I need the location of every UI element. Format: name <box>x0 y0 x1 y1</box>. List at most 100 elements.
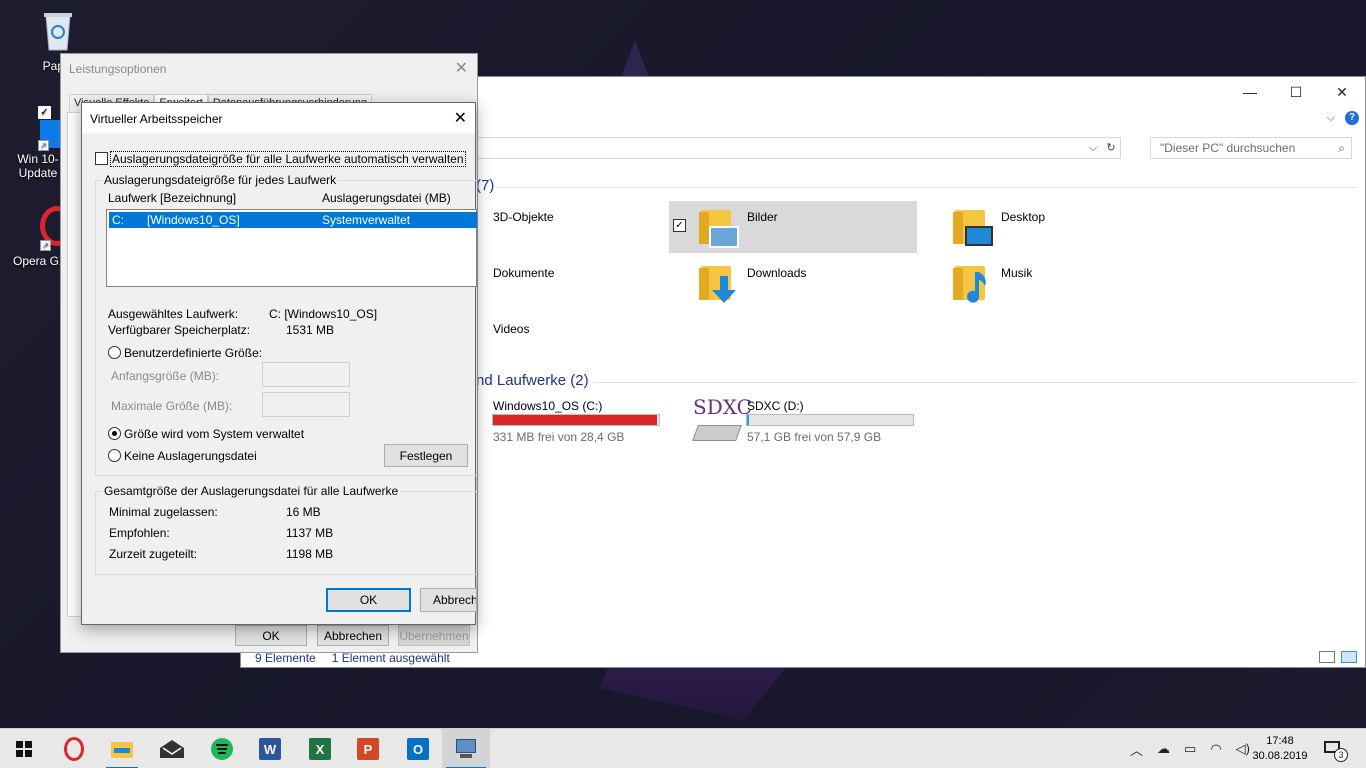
no-pagefile-label[interactable]: Keine Auslagerungsdatei <box>124 449 257 463</box>
window-controls: — ☐ ✕ <box>1227 77 1365 107</box>
min-allowed-value: 16 MB <box>286 505 321 519</box>
taskbar-powerpoint[interactable]: P <box>344 729 392 768</box>
auto-manage-label[interactable]: Auslagerungsdateigröße für alle Laufwerk… <box>110 151 466 167</box>
list-item-pagefile: Systemverwaltet <box>322 213 411 227</box>
system-managed-label[interactable]: Größe wird vom System verwaltet <box>124 427 304 441</box>
no-pagefile-radio[interactable] <box>108 449 121 462</box>
cancel-button[interactable]: Abbrech <box>420 588 477 612</box>
drive-usage-fill <box>747 415 750 425</box>
clock[interactable]: 17:48 30.08.2019 <box>1252 734 1308 764</box>
auto-manage-checkbox[interactable] <box>95 152 108 165</box>
taskbar-file-explorer[interactable] <box>98 729 146 768</box>
details-view-icon[interactable] <box>1319 651 1335 663</box>
clock-date: 30.08.2019 <box>1252 750 1308 762</box>
max-size-input[interactable] <box>262 392 350 417</box>
free-space-value: 1531 MB <box>286 323 335 337</box>
taskbar-system-properties[interactable] <box>442 729 490 768</box>
spotify-icon <box>211 738 233 760</box>
selection-checkbox[interactable]: ✓ <box>673 219 686 232</box>
volume-icon[interactable]: ◁) <box>1236 741 1250 757</box>
shortcut-arrow-icon: ↗ <box>38 140 49 151</box>
sdxc-logo: SDXC <box>693 395 752 419</box>
minimize-button[interactable]: — <box>1227 77 1273 107</box>
battery-icon[interactable]: ▭ <box>1184 741 1196 757</box>
recycle-bin-icon <box>44 13 72 51</box>
custom-size-label[interactable]: Benutzerdefinierte Größe: <box>124 346 262 360</box>
folder-name: Videos <box>493 322 530 336</box>
taskbar-outlook[interactable]: O <box>394 729 442 768</box>
opera-gx-icon <box>64 737 84 761</box>
maximize-button[interactable]: ☐ <box>1273 77 1319 107</box>
list-item-label: [Windows10_OS] <box>147 213 240 227</box>
ok-button[interactable]: OK <box>326 588 411 612</box>
taskbar-mail[interactable] <box>148 729 196 768</box>
show-hidden-icons-chevron-icon[interactable]: ︿ <box>1130 740 1143 759</box>
column-header-drive: Laufwerk [Bezeichnung] <box>108 191 237 205</box>
folder-name: Bilder <box>747 210 778 224</box>
taskbar-spotify[interactable] <box>198 729 246 768</box>
wifi-icon[interactable]: ◠ <box>1210 741 1221 757</box>
folder-name: Dokumente <box>493 266 555 280</box>
folder-desktop[interactable]: Desktop <box>923 201 1171 253</box>
max-size-label: Maximale Größe (MB): <box>111 399 233 413</box>
drive-usage-bar <box>492 414 660 426</box>
group-header-folders[interactable]: (7) <box>476 177 494 194</box>
close-icon[interactable]: ✕ <box>455 58 468 78</box>
initial-size-label: Anfangsgröße (MB): <box>111 369 220 383</box>
folder-downloads[interactable]: Downloads <box>669 257 917 309</box>
start-button[interactable] <box>0 729 48 768</box>
drive-list[interactable]: C: [Windows10_OS] Systemverwaltet <box>106 209 477 287</box>
onedrive-cloud-icon[interactable]: ☁ <box>1157 741 1170 757</box>
total-size-group-label: Gesamtgröße der Auslagerungsdatei für al… <box>102 484 401 498</box>
sd-card-drive-icon: SDXC <box>692 395 752 445</box>
cancel-button[interactable]: Abbrechen <box>317 625 389 646</box>
free-space-label: Verfügbarer Speicherplatz: <box>108 323 251 337</box>
system-managed-radio[interactable] <box>108 427 121 440</box>
address-dropdown-chevron-icon[interactable]: ⌵ <box>1084 138 1102 158</box>
current-allocated-value: 1198 MB <box>286 547 334 561</box>
virtual-memory-dialog: Virtueller Arbeitsspeicher ✕ Auslagerung… <box>81 102 477 625</box>
dialog-title: Leistungsoptionen <box>69 62 167 76</box>
folder-name: Desktop <box>1001 210 1046 224</box>
refresh-icon[interactable]: ↻ <box>1102 138 1120 158</box>
recommended-value: 1137 MB <box>286 526 334 540</box>
selection-count: 1 Element ausgewählt <box>331 651 450 665</box>
clock-time: 17:48 <box>1266 735 1294 747</box>
outlook-icon: O <box>407 738 429 760</box>
apply-button[interactable]: Übernehmen <box>398 625 470 646</box>
address-bar[interactable]: ⌵ ↻ <box>471 137 1121 159</box>
search-input[interactable]: "Dieser PC" durchsuchen ⌕ <box>1150 137 1352 159</box>
set-button[interactable]: Festlegen <box>384 444 468 467</box>
action-center-button[interactable]: 3 <box>1322 729 1348 768</box>
wallpaper-shape-top <box>620 40 650 80</box>
taskbar-word[interactable]: W <box>246 729 294 768</box>
system-tray: ︿ ☁ ▭ ◠ ◁) <box>1130 729 1250 768</box>
close-icon[interactable]: ✕ <box>454 108 467 128</box>
list-item[interactable]: C: [Windows10_OS] Systemverwaltet <box>109 212 477 228</box>
search-icon: ⌕ <box>1338 141 1345 155</box>
taskbar-opera-gx[interactable] <box>50 729 98 768</box>
folder-music[interactable]: Musik <box>923 257 1171 309</box>
system-properties-icon <box>454 739 478 759</box>
help-icon[interactable]: ? <box>1345 111 1359 125</box>
ok-button[interactable]: OK <box>235 625 307 646</box>
close-button[interactable]: ✕ <box>1319 77 1365 107</box>
taskbar: W X P O ︿ ☁ ▭ ◠ ◁) 17:48 30.08.2019 3 <box>0 728 1366 768</box>
folder-name: Downloads <box>747 266 807 280</box>
folder-pictures[interactable]: ✓ Bilder <box>669 201 917 253</box>
group-header-drives[interactable]: nd Laufwerke (2) <box>476 372 589 389</box>
custom-size-radio[interactable] <box>108 346 121 359</box>
initial-size-input[interactable] <box>262 362 350 387</box>
item-count: 9 Elemente <box>255 651 316 665</box>
selected-drive-value: C: [Windows10_OS] <box>269 307 378 321</box>
music-folder-icon <box>953 262 993 304</box>
current-allocated-label: Zurzeit zugeteilt: <box>109 547 198 561</box>
search-placeholder: "Dieser PC" durchsuchen <box>1160 141 1296 155</box>
mail-icon <box>160 740 184 758</box>
taskbar-excel[interactable]: X <box>296 729 344 768</box>
pictures-folder-icon <box>699 206 739 248</box>
per-drive-group-label: Auslagerungsdateigröße für jedes Laufwer… <box>102 173 339 187</box>
desktop-icon-checkbox[interactable]: ✓ <box>38 106 51 119</box>
large-icons-view-icon[interactable] <box>1341 651 1357 663</box>
ribbon-expand-chevron-icon[interactable]: ⌵ <box>1327 112 1335 125</box>
